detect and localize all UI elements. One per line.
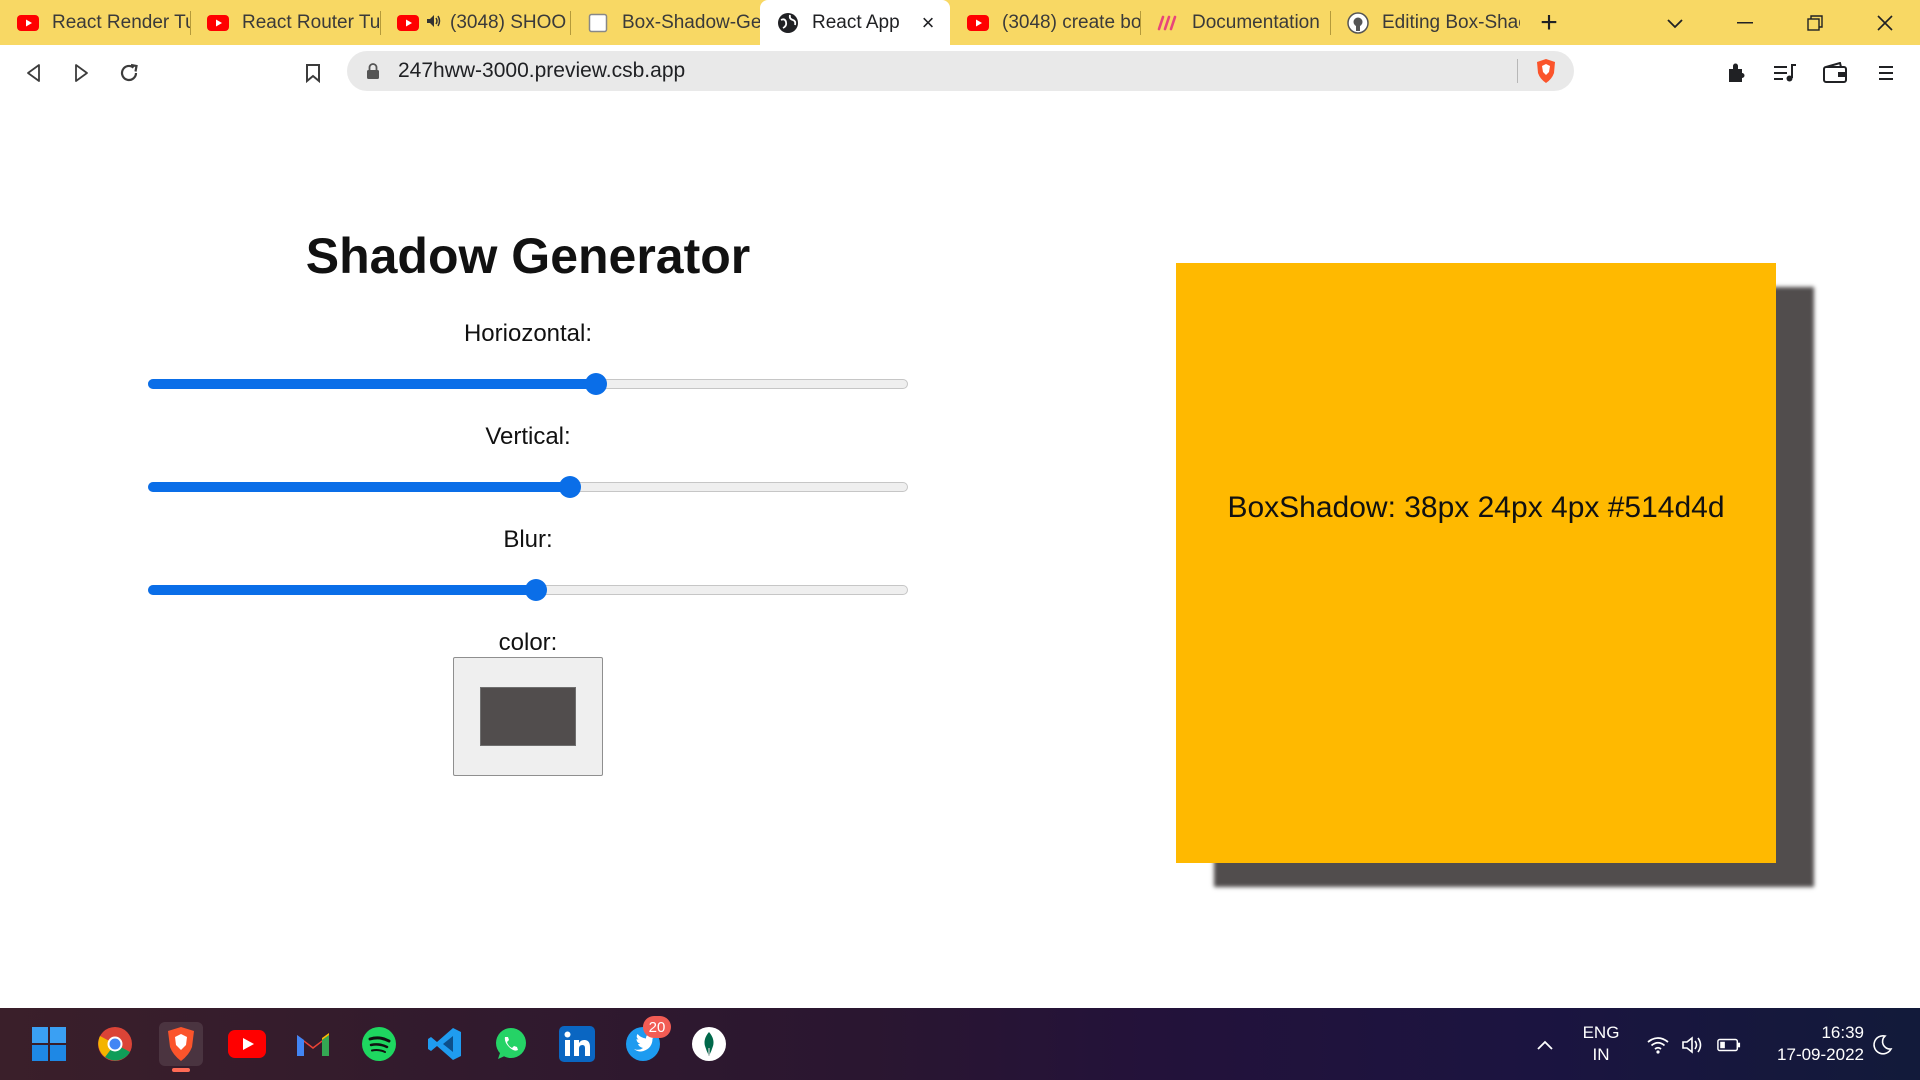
tab-search-chevron-icon[interactable] [1640,0,1710,45]
box-shadow-value: BoxShadow: 38px 24px 4px #514d4d [1227,491,1725,524]
slider-fill [148,585,536,595]
slider-thumb[interactable] [585,373,607,395]
volume-icon[interactable] [1681,1034,1705,1056]
active-indicator [172,1068,190,1072]
page-title: Shadow Generator [305,228,751,284]
slider-fill [148,482,570,492]
tab-create-box-shadow-video[interactable]: (3048) create bo [950,0,1140,45]
forward-icon[interactable] [66,58,96,88]
tab-documentation[interactable]: Documentation [1140,0,1330,45]
media-playlist-icon[interactable] [1770,58,1800,88]
linkedin-icon[interactable] [555,1022,599,1066]
address-bar[interactable]: 247hww-3000.preview.csb.app [347,51,1574,91]
speaker-icon[interactable] [426,14,442,31]
tab-title: Box-Shadow-Ge [622,11,760,33]
tab-title: React App [812,11,900,33]
shadow-preview-box: BoxShadow: 38px 24px 4px #514d4d [1176,263,1776,863]
tab-react-app[interactable]: React App × [760,0,950,45]
windows-taskbar: 20 ENG IN 16:39 17-09-2022 [0,1008,1920,1080]
globe-icon [776,11,800,35]
clock-time: 16:39 [1821,1023,1864,1042]
language-code: ENG [1582,1023,1620,1042]
back-icon[interactable] [19,58,49,88]
minimize-icon[interactable] [1710,0,1780,45]
color-label: color: [498,629,558,656]
github-icon [1346,11,1370,35]
new-tab-button[interactable]: + [1520,0,1578,45]
menu-icon[interactable] [1871,58,1901,88]
tab-box-shadow-generator[interactable]: Box-Shadow-Ge [570,0,760,45]
horizontal-label: Horiozontal: [463,320,593,347]
youtube-icon [206,11,230,35]
tab-title: (3048) create bo [1002,11,1140,33]
browser-toolbar: 247hww-3000.preview.csb.app [0,45,1920,100]
sandbox-icon [586,11,610,35]
tab-title: Editing Box-Shac [1382,11,1520,33]
blur-label: Blur: [503,526,553,553]
url-text[interactable]: 247hww-3000.preview.csb.app [398,59,1517,83]
show-hidden-icons-chevron-icon[interactable] [1533,1034,1557,1056]
focus-assist-moon-icon[interactable] [1870,1034,1894,1056]
omnibox-divider [1517,59,1518,83]
tab-title: React Router Tut [242,11,380,33]
vertical-slider[interactable] [148,475,908,499]
whatsapp-icon[interactable] [489,1022,533,1066]
notification-badge: 20 [643,1016,671,1038]
docs-icon [1156,11,1180,35]
slider-thumb[interactable] [525,579,547,601]
reload-icon[interactable] [114,58,144,88]
page-content: Shadow Generator Horiozontal: Vertical: … [0,100,1920,1008]
language-indicator[interactable]: ENG IN [1576,1022,1626,1066]
wifi-icon[interactable] [1646,1034,1670,1056]
close-tab-icon[interactable]: × [916,10,940,35]
brave-icon[interactable] [159,1022,203,1072]
mongodb-compass-icon[interactable] [687,1022,731,1066]
youtube-icon [16,11,40,35]
brave-shields-icon[interactable] [1532,57,1560,85]
tab-editing-box-shadow[interactable]: Editing Box-Shac [1330,0,1520,45]
vscode-icon[interactable] [423,1022,467,1066]
tab-title: Documentation [1192,11,1320,33]
slider-thumb[interactable] [559,476,581,498]
region-code: IN [1592,1045,1610,1064]
youtube-icon[interactable] [225,1022,269,1066]
horizontal-slider[interactable] [148,372,908,396]
tab-strip: React Render Tut React Router Tut (3048)… [0,0,1920,45]
youtube-icon [966,11,990,35]
twitter-icon[interactable]: 20 [621,1016,671,1066]
slider-fill [148,379,596,389]
clock[interactable]: 16:39 17-09-2022 [1754,1022,1864,1066]
battery-icon[interactable] [1717,1034,1741,1056]
extensions-icon[interactable] [1722,58,1752,88]
vertical-label: Vertical: [485,423,571,450]
wallet-icon[interactable] [1820,58,1850,88]
color-picker-input[interactable] [453,657,603,776]
youtube-icon [396,11,420,35]
gmail-icon[interactable] [291,1022,335,1066]
chrome-icon[interactable] [93,1022,137,1066]
bookmark-icon[interactable] [298,58,328,88]
tab-react-router-tut[interactable]: React Router Tut [190,0,380,45]
tab-react-render-tut[interactable]: React Render Tut [0,0,190,45]
spotify-icon[interactable] [357,1022,401,1066]
close-window-icon[interactable] [1850,0,1920,45]
blur-slider[interactable] [148,578,908,602]
tab-title: React Render Tut [52,11,190,33]
restore-icon[interactable] [1780,0,1850,45]
tab-shoo-video[interactable]: (3048) SHOO [380,0,570,45]
lock-icon[interactable] [366,62,380,80]
clock-date: 17-09-2022 [1777,1045,1864,1064]
windows-start-icon[interactable] [27,1022,71,1066]
tab-title: (3048) SHOO [450,11,567,33]
color-swatch [480,687,576,746]
